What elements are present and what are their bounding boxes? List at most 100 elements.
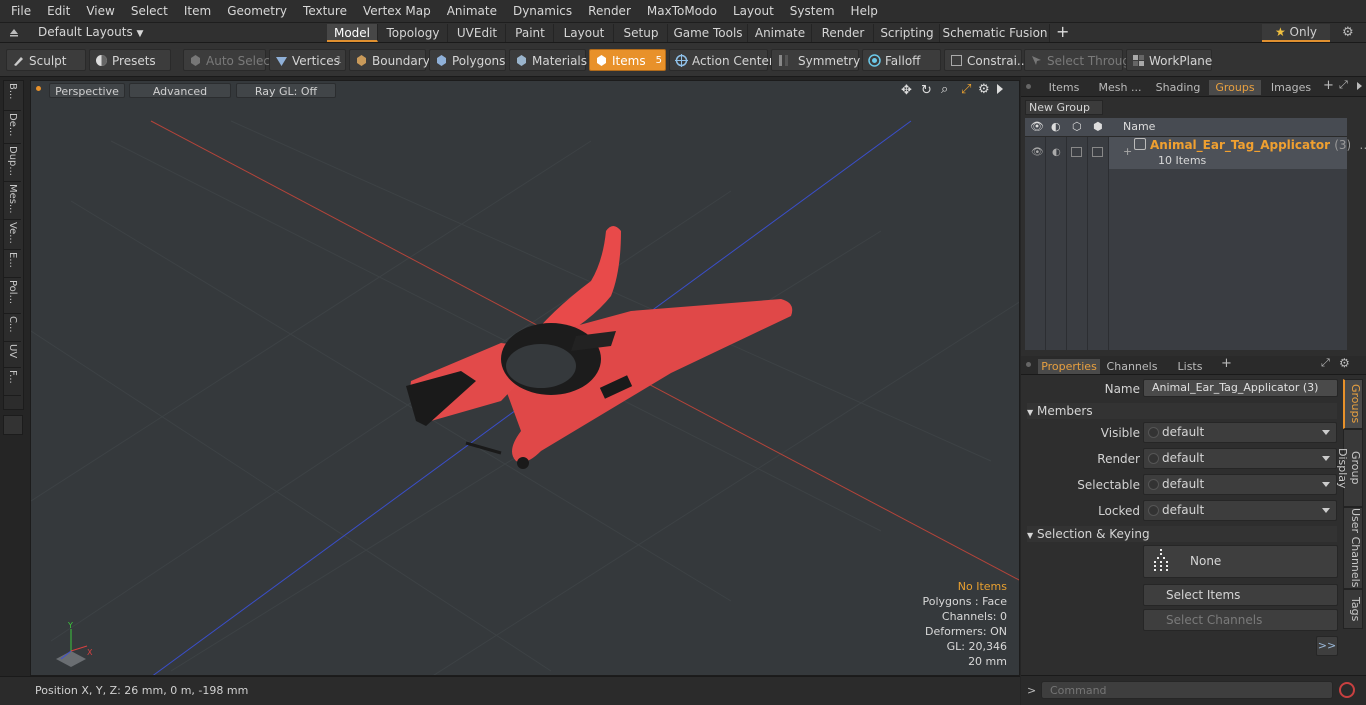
raygl-button[interactable]: Ray GL: Off [236,83,336,98]
polygons-button[interactable]: Polygons [429,49,506,71]
members-header[interactable]: ▼ Members [1027,404,1093,418]
falloff-button[interactable]: Falloff [862,49,941,71]
props-gear-icon[interactable]: ⚙ [1339,356,1350,370]
auto-select-button[interactable]: Auto Select [183,49,275,71]
tab-lists[interactable]: Lists [1163,359,1217,374]
menu-layout[interactable]: Layout [725,0,782,22]
lock-cube-icon[interactable]: ⬡ [1072,120,1082,133]
tab-schematic-fusion[interactable]: Schematic Fusion [941,24,1050,42]
name-column-header[interactable]: Name [1123,120,1155,133]
vtab-tags[interactable]: Tags [1343,589,1363,629]
left-tab-5[interactable]: Ve... [4,220,21,250]
menu-geometry[interactable]: Geometry [219,0,295,22]
group-name-field[interactable]: Animal_Ear_Tag_Applicator (3) [1143,379,1338,397]
menu-item[interactable]: Item [176,0,219,22]
tab-items[interactable]: Items [1041,80,1087,95]
groups-scrollbar[interactable] [1350,118,1360,350]
zoom-view-icon[interactable]: ⌕ [941,82,948,97]
only-toggle[interactable]: ★ Only [1262,24,1330,42]
tab-groups[interactable]: Groups [1209,80,1261,95]
layout-expand-icon[interactable] [8,26,20,38]
visibility-eye-icon[interactable]: 👁 [1030,120,1044,133]
menu-maxtomodo[interactable]: MaxToModo [639,0,725,22]
render-dropdown[interactable]: default [1143,448,1337,469]
tab-scripting[interactable]: Scripting [875,24,940,42]
move-view-icon[interactable]: ✥ [901,83,912,98]
left-tab-1[interactable]: B... [4,81,21,111]
left-tab-2[interactable]: De... [4,111,21,144]
default-layouts-dropdown[interactable]: Default Layouts ▼ [38,25,143,39]
left-tab-7[interactable]: Pol... [4,278,21,314]
vtab-groups[interactable]: Groups [1343,379,1363,429]
tab-render[interactable]: Render [813,24,874,42]
select-items-button[interactable]: Select Items [1143,584,1338,606]
menu-view[interactable]: View [78,0,122,22]
items-button[interactable]: Items 5 [589,49,666,71]
gear-icon[interactable]: ⚙ [1342,25,1354,40]
select-channels-button[interactable]: Select Channels [1143,609,1338,631]
boundary-button[interactable]: Boundary [349,49,430,71]
menu-texture[interactable]: Texture [295,0,355,22]
sculpt-button[interactable]: Sculpt [6,49,86,71]
vtab-group-display[interactable]: Group Display [1336,429,1363,507]
rotate-view-icon[interactable]: ↻ [921,83,932,98]
left-tab-8[interactable]: C... [4,314,21,342]
action-center-button[interactable]: Action Center [669,49,774,71]
menu-help[interactable]: Help [843,0,886,22]
expand-props-icon[interactable]: ⤢ [1321,356,1330,370]
locked-dropdown[interactable]: default [1143,500,1337,521]
command-input[interactable] [1041,681,1333,699]
tab-topology[interactable]: Topology [379,24,448,42]
presets-button[interactable]: Presets [89,49,171,71]
tab-mesh[interactable]: Mesh ... [1089,80,1151,95]
row-select-checkbox[interactable] [1092,147,1103,157]
3d-viewport[interactable]: Y X Perspective Advanced Ray GL: Off ✥ ↻… [30,80,1020,676]
group-item-name[interactable]: Animal_Ear_Tag_Applicator (3) … [1150,138,1366,152]
menu-dynamics[interactable]: Dynamics [505,0,580,22]
play-icon[interactable] [997,84,1003,94]
menu-edit[interactable]: Edit [39,0,78,22]
expand-panel-icon[interactable]: ⤢ [1339,78,1348,92]
menu-render[interactable]: Render [580,0,639,22]
tab-game-tools[interactable]: Game Tools [669,24,748,42]
row-eye-icon[interactable]: 👁 [1031,147,1044,158]
tab-layout[interactable]: Layout [555,24,614,42]
tab-channels[interactable]: Channels [1103,359,1161,374]
left-tab-9[interactable]: UV [4,342,21,368]
viewport-gear-icon[interactable]: ⚙ [978,82,990,97]
left-tab-toggle[interactable] [3,415,23,435]
selectable-dropdown[interactable]: default [1143,474,1337,495]
select-cube-icon[interactable]: ⬢ [1093,120,1103,133]
symmetry-button[interactable]: Symmetry [771,49,860,71]
menu-system[interactable]: System [782,0,843,22]
render-icon[interactable]: ◐ [1051,120,1061,133]
panel-arrow-icon[interactable] [1357,82,1362,90]
maximize-view-icon[interactable]: ⤢ [961,82,971,97]
tab-images[interactable]: Images [1267,80,1315,95]
tab-model[interactable]: Model [327,24,378,42]
add-tab-icon[interactable]: + [1056,23,1069,41]
advanced-button[interactable]: Advanced [129,83,231,98]
tab-shading[interactable]: Shading [1153,80,1203,95]
selection-keying-header[interactable]: ▼ Selection & Keying [1027,527,1150,541]
tab-properties[interactable]: Properties [1038,359,1100,374]
menu-select[interactable]: Select [123,0,176,22]
left-tab-6[interactable]: E... [4,250,21,278]
constraints-button[interactable]: Constrai... [944,49,1028,71]
vtab-user-channels[interactable]: User Channels [1343,507,1363,589]
tab-setup[interactable]: Setup [615,24,668,42]
left-tab-3[interactable]: Dup... [4,144,21,182]
visible-dropdown[interactable]: default [1143,422,1337,443]
row-lock-checkbox[interactable] [1071,147,1082,157]
materials-button[interactable]: Materials [509,49,587,71]
tab-paint[interactable]: Paint [507,24,554,42]
menu-animate[interactable]: Animate [439,0,505,22]
left-tab-4[interactable]: Mes... [4,182,21,220]
expand-plus-icon[interactable]: + [1123,145,1132,158]
more-button[interactable]: >> [1316,636,1338,656]
add-tab-icon[interactable]: + [1323,78,1334,93]
vertices-button[interactable]: Vertices 1 [269,49,346,71]
workplane-button[interactable]: WorkPlane [1126,49,1212,71]
tab-animate[interactable]: Animate [749,24,812,42]
perspective-button[interactable]: Perspective [49,83,125,98]
